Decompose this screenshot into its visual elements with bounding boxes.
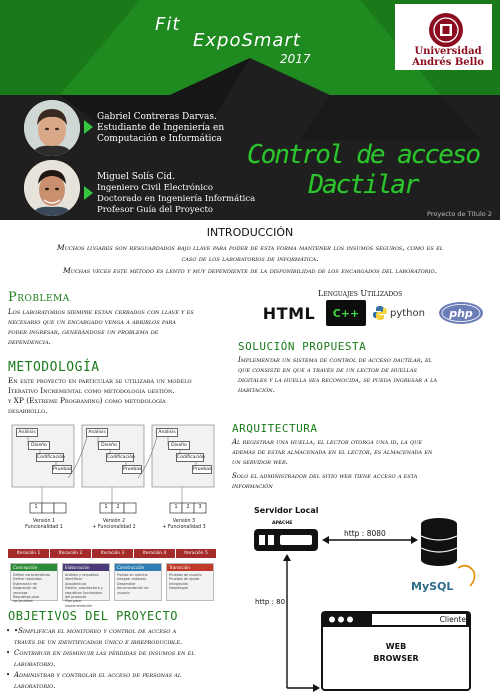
stage-analysis: Análisis bbox=[86, 428, 108, 437]
php-label: php bbox=[449, 306, 473, 320]
stage-analysis: Análisis bbox=[16, 428, 38, 437]
version-cell: 2 bbox=[116, 505, 120, 510]
arrow-right-icon bbox=[84, 186, 93, 200]
stage-testing: Pruebas bbox=[52, 465, 72, 474]
languages-heading: Lenguajes Utilizados bbox=[318, 289, 403, 298]
http-80-label: http : 80 bbox=[255, 598, 286, 606]
fit-logo-text: Fit bbox=[155, 14, 181, 35]
phases-diagram: Iteración 1 Iteración 2 Iteración 3 Iter… bbox=[8, 549, 216, 608]
solution-text: Implementar un sistema de control de acc… bbox=[238, 356, 438, 394]
stage-coding: Codificación bbox=[106, 453, 135, 462]
iteration-1: Iteración 1 bbox=[8, 549, 49, 558]
event-year: 2017 bbox=[280, 52, 311, 66]
stage-analysis: Análisis bbox=[156, 428, 178, 437]
stage-design: Diseño bbox=[168, 441, 190, 450]
iteration-4: Iteración 4 bbox=[134, 549, 175, 558]
objectives-list: •Simplificar el monitoreo y control de a… bbox=[6, 626, 226, 692]
solution-heading: SOLUCIÓN PROPUESTA bbox=[238, 340, 367, 353]
methodology-heading: METODOLOGÍA bbox=[8, 360, 100, 375]
problem-heading: Problema bbox=[8, 290, 70, 305]
python-label: python bbox=[390, 307, 425, 319]
objective-item: •Simplificar el monitoreo y control de a… bbox=[6, 626, 226, 647]
professor-avatar bbox=[24, 160, 80, 216]
mysql-logo: MySQL bbox=[411, 580, 454, 593]
exposmart-logo-text: ExpoSmart bbox=[193, 30, 301, 51]
stage-testing: Pruebas bbox=[192, 465, 212, 474]
stage-design: Diseño bbox=[98, 441, 120, 450]
html-logo: HTML bbox=[262, 303, 316, 323]
poster-header: Fit ExpoSmart 2017 Universidad Andrés Be… bbox=[0, 0, 500, 220]
version-cell: 1 bbox=[34, 505, 38, 510]
phase-conception: Concepción Definir características Defini… bbox=[10, 563, 58, 603]
iterative-model-diagram: Análisis Diseño Codificación Pruebas Aná… bbox=[8, 423, 216, 549]
cpp-logo: C++ bbox=[326, 300, 366, 326]
project-subtitle: Proyecto de Título 2 bbox=[427, 210, 492, 218]
version-label: Versión 2 + Funcionalidad 2 bbox=[92, 519, 136, 530]
phase-construction: Construcción Puesta en marcha Integrar mó… bbox=[114, 563, 162, 601]
iteration-5: Iteración 5 bbox=[176, 549, 216, 558]
php-logo: php bbox=[438, 300, 484, 326]
version-label: Versión 1 Funcionalidad 1 bbox=[25, 519, 63, 530]
stage-testing: Pruebas bbox=[122, 465, 142, 474]
architecture-diagram: Servidor Local APACHE http : 8080 http :… bbox=[236, 500, 500, 700]
project-title: Control de acceso Dactilar bbox=[246, 140, 481, 200]
iteration-3: Iteración 3 bbox=[92, 549, 133, 558]
web-label: WEB bbox=[385, 642, 407, 651]
phase-elaboration: Elaboración Análisis y requisitos Identif… bbox=[62, 563, 110, 608]
version-cell: 1 bbox=[174, 505, 178, 510]
stage-coding: Codificación bbox=[36, 453, 65, 462]
stage-coding: Codificación bbox=[176, 453, 205, 462]
stage-design: Diseño bbox=[28, 441, 50, 450]
phase-transition: Transición Pruebas de usuario Pruebas de … bbox=[166, 563, 214, 601]
version-label: Versión 3 + Funcionalidad 3 bbox=[162, 519, 206, 530]
university-name: Universidad Andrés Bello bbox=[412, 46, 484, 68]
iteration-2: Iteración 2 bbox=[50, 549, 91, 558]
arrow-right-icon bbox=[84, 120, 93, 134]
architecture-heading: ARQUITECTURA bbox=[232, 422, 318, 435]
browser-label: BROWSER bbox=[373, 654, 419, 663]
client-label: Cliente bbox=[439, 615, 466, 624]
architecture-text: Al registrar una huella, el lector otorg… bbox=[232, 438, 433, 490]
objective-item: Administrar y controlar el acceso de per… bbox=[6, 670, 226, 691]
university-seal-icon bbox=[429, 13, 463, 47]
problem-text: Los laboratorios siempre están cerrados … bbox=[8, 308, 194, 346]
version-cell: 2 bbox=[186, 505, 190, 510]
intro-heading: INTRODUCCIÓN bbox=[206, 226, 294, 239]
objective-item: Contribuir en disminuir las pérdidas de … bbox=[6, 648, 226, 669]
methodology-text: En este proyecto en particular se utiliz… bbox=[8, 376, 192, 415]
objectives-heading: OBJETIVOS DEL PROYECTO bbox=[8, 609, 178, 623]
student-info: Gabriel Contreras Darvas. Estudiante de … bbox=[97, 112, 225, 144]
http-8080-label: http : 8080 bbox=[344, 529, 386, 538]
apache-label: APACHE bbox=[272, 521, 293, 526]
python-icon bbox=[373, 306, 387, 320]
python-logo: python bbox=[372, 300, 432, 326]
version-cell: 1 bbox=[104, 505, 108, 510]
intro-text: Muchos lugares son resguardados bajo lla… bbox=[56, 243, 444, 275]
server-label: Servidor Local bbox=[254, 506, 319, 515]
version-cell: 3 bbox=[198, 505, 202, 510]
student-avatar bbox=[24, 100, 80, 156]
